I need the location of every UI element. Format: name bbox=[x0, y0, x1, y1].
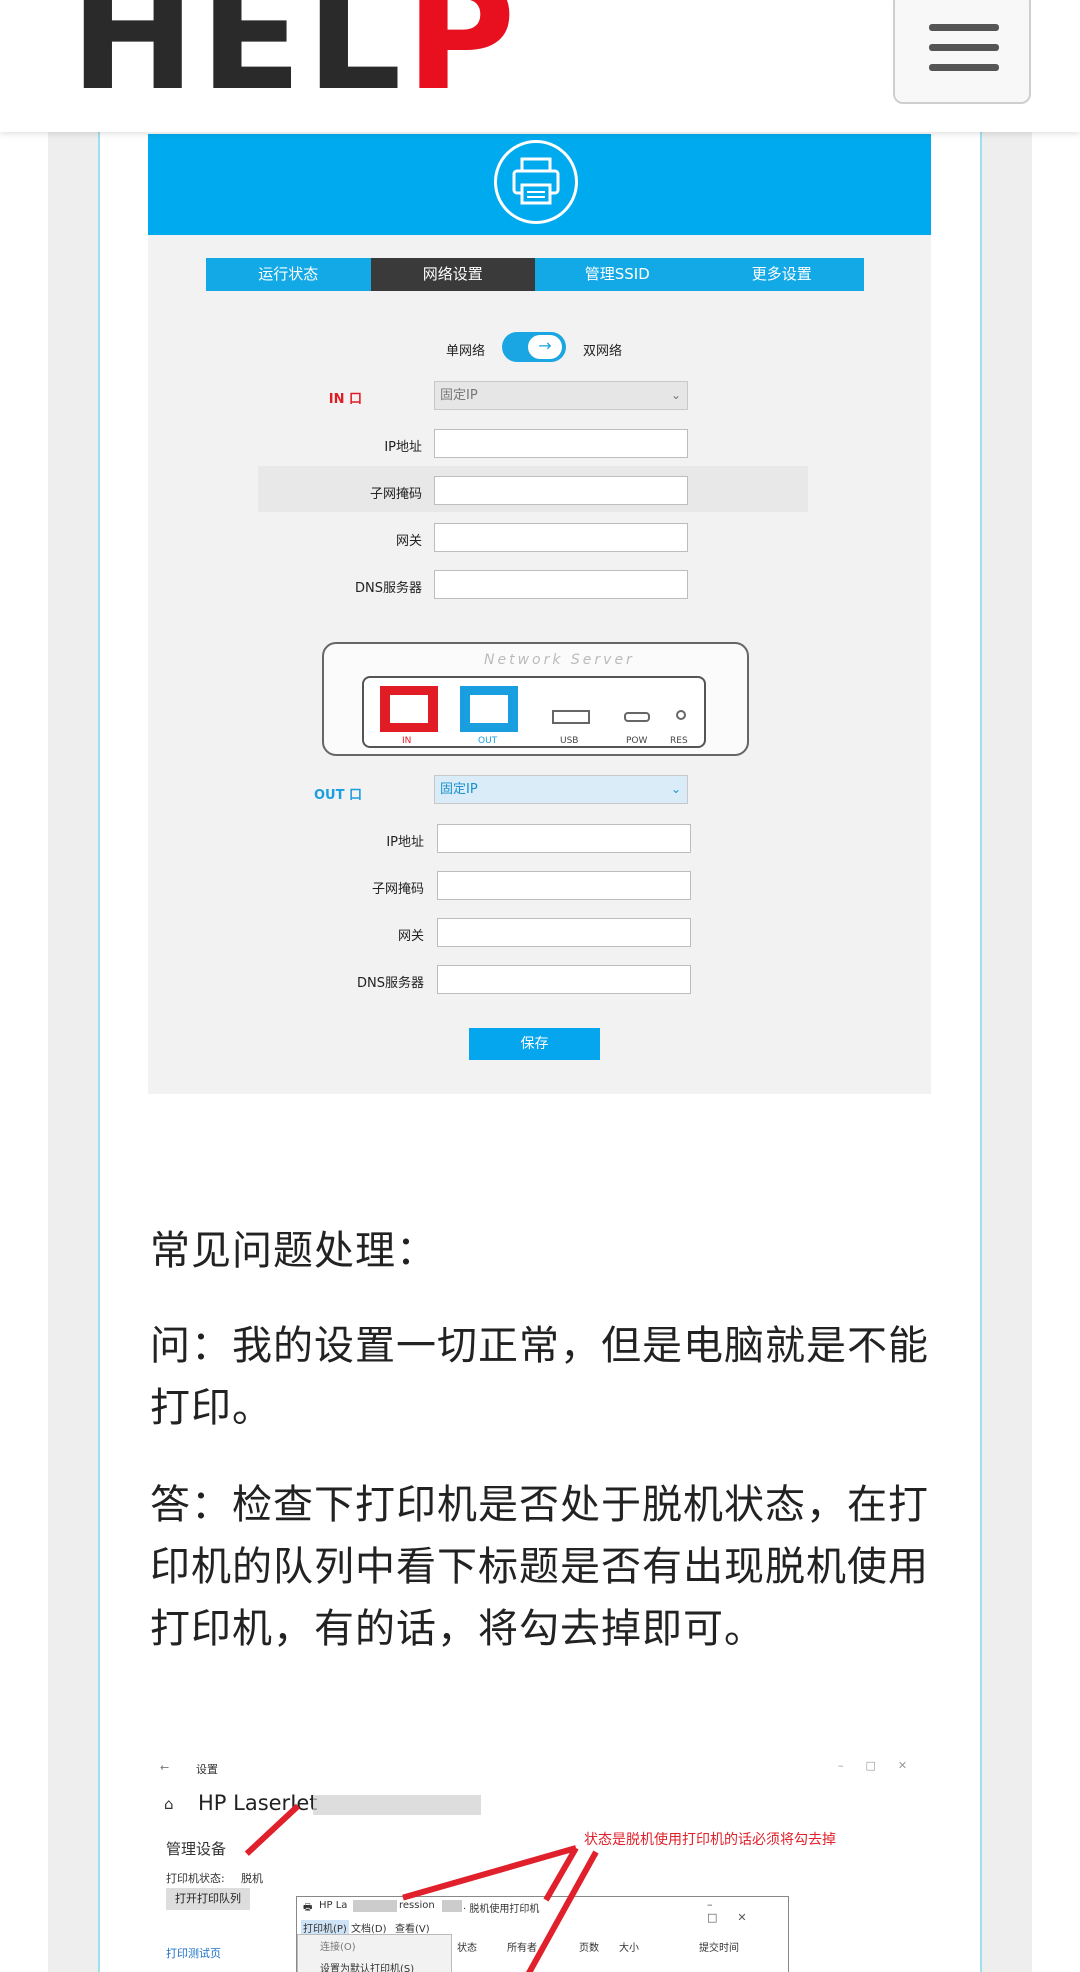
hamburger-menu-icon bbox=[929, 24, 999, 31]
out-ip-input[interactable] bbox=[437, 824, 691, 853]
power-port-caption: POW bbox=[626, 736, 648, 746]
device-name: HP LaserJet bbox=[198, 1791, 318, 1815]
logo-text-dark: HEL bbox=[70, 0, 406, 124]
device-title: Network Server bbox=[484, 652, 635, 668]
settings-window-title: 设置 bbox=[196, 1763, 218, 1776]
menu-view[interactable]: 查看(V) bbox=[395, 1920, 430, 1935]
reset-caption: RES bbox=[670, 736, 688, 746]
open-print-queue-button[interactable]: 打开打印队列 bbox=[166, 1888, 250, 1910]
column-size[interactable]: 大小 bbox=[619, 1939, 639, 1954]
usb-port-caption: USB bbox=[560, 736, 579, 746]
out-dns-label: DNS服务器 bbox=[357, 976, 424, 991]
page-margin-right bbox=[980, 132, 1032, 1972]
in-dns-label: DNS服务器 bbox=[355, 581, 422, 596]
in-ip-input[interactable] bbox=[434, 429, 688, 458]
in-gateway-input[interactable] bbox=[434, 523, 688, 552]
out-ip-label: IP地址 bbox=[386, 835, 424, 850]
in-port-icon bbox=[380, 686, 438, 732]
home-icon[interactable]: ⌂ bbox=[164, 1795, 174, 1813]
faq-answer: 答：检查下打印机是否处于脱机状态，在打印机的队列中看下标题是否有出现脱机使用打印… bbox=[150, 1482, 929, 1652]
print-test-page-link[interactable]: 打印测试页 bbox=[166, 1945, 221, 1961]
site-header: HELP bbox=[0, 0, 1080, 132]
arrow-right-icon: → bbox=[528, 335, 562, 359]
out-dns-input[interactable] bbox=[437, 965, 691, 994]
save-button[interactable]: 保存 bbox=[469, 1028, 600, 1060]
back-arrow-icon[interactable]: ← bbox=[160, 1761, 169, 1774]
in-ip-label: IP地址 bbox=[384, 440, 422, 455]
printer-icon bbox=[494, 140, 578, 224]
out-port-mode-select[interactable]: 固定IP ⌄ bbox=[434, 775, 688, 804]
manage-device-heading: 管理设备 bbox=[166, 1840, 227, 1858]
in-gateway-label: 网关 bbox=[395, 534, 422, 549]
tab-manage-ssid[interactable]: 管理SSID bbox=[535, 258, 700, 291]
network-settings-screenshot: 运行状态 网络设置 管理SSID 更多设置 单网络 → 双网络 IN 口 固定I… bbox=[148, 134, 931, 1094]
chevron-down-icon: ⌄ bbox=[670, 388, 681, 402]
out-port-icon bbox=[460, 686, 518, 732]
page-margin-left bbox=[48, 132, 100, 1972]
queue-title-suffix: · 脱机使用打印机 bbox=[463, 1904, 540, 1915]
window-controls-icon[interactable]: –□✕ bbox=[838, 1759, 929, 1772]
queue-title-prefix: HP La bbox=[319, 1900, 348, 1911]
printer-settings-screenshot: ← 设置 –□✕ ⌂ HP LaserJet 管理设备 打印机状态: 脱机 打开… bbox=[148, 1741, 931, 1972]
in-port-label: IN 口 bbox=[328, 392, 362, 407]
print-queue-window: 🖶 HP La ression · 脱机使用打印机 –□✕ 打印机(P) 文档(… bbox=[296, 1896, 789, 1972]
out-subnet-label: 子网掩码 bbox=[371, 882, 424, 897]
queue-title-mid: ression bbox=[399, 1900, 435, 1911]
hamburger-menu-button[interactable] bbox=[893, 0, 1031, 104]
printer-menu-dropdown: 连接(O) 设置为默认打印机(S) bbox=[297, 1934, 452, 1972]
in-dns-input[interactable] bbox=[434, 570, 688, 599]
redacted-model bbox=[313, 1795, 481, 1815]
menu-item-set-default[interactable]: 设置为默认打印机(S) bbox=[320, 1960, 414, 1972]
reset-button-icon bbox=[676, 710, 686, 720]
network-server-device-illustration: Network Server IN OUT USB POW RES bbox=[322, 642, 749, 756]
printer-icon: 🖶 bbox=[303, 1902, 313, 1913]
tab-status[interactable]: 运行状态 bbox=[206, 258, 371, 291]
out-port-label: OUT 口 bbox=[313, 788, 362, 803]
help-logo[interactable]: HELP bbox=[70, 0, 520, 112]
annotation-text: 状态是脱机使用打印机的话必须将勾去掉 bbox=[584, 1832, 836, 1848]
redacted-title bbox=[353, 1900, 397, 1912]
faq-question: 问：我的设置一切正常，但是电脑就是不能打印。 bbox=[150, 1323, 929, 1431]
chevron-down-icon: ⌄ bbox=[670, 782, 681, 796]
tab-more-settings[interactable]: 更多设置 bbox=[700, 258, 865, 291]
logo-text-red: P bbox=[405, 0, 520, 124]
hamburger-menu-icon bbox=[929, 44, 999, 51]
menu-item-connect[interactable]: 连接(O) bbox=[320, 1938, 356, 1953]
usb-port-icon bbox=[552, 710, 590, 724]
out-port-caption: OUT bbox=[478, 736, 498, 746]
faq-heading: 常见问题处理： bbox=[150, 1228, 437, 1274]
hamburger-menu-icon bbox=[929, 64, 999, 71]
dual-network-label: 双网络 bbox=[583, 344, 623, 359]
column-status[interactable]: 状态 bbox=[457, 1939, 477, 1954]
settings-tabs: 运行状态 网络设置 管理SSID 更多设置 bbox=[206, 258, 864, 291]
in-subnet-input[interactable] bbox=[434, 476, 688, 505]
single-network-label: 单网络 bbox=[446, 344, 486, 359]
out-gateway-label: 网关 bbox=[397, 929, 424, 944]
column-submitted[interactable]: 提交时间 bbox=[699, 1939, 739, 1954]
in-subnet-label: 子网掩码 bbox=[369, 487, 422, 502]
out-gateway-input[interactable] bbox=[437, 918, 691, 947]
tab-network-settings[interactable]: 网络设置 bbox=[370, 258, 535, 291]
in-port-mode-value: 固定IP bbox=[440, 388, 478, 403]
menu-printer[interactable]: 打印机(P) bbox=[301, 1920, 349, 1935]
out-port-mode-value: 固定IP bbox=[440, 782, 478, 797]
in-port-mode-select[interactable]: 固定IP ⌄ bbox=[434, 381, 688, 410]
printer-banner bbox=[148, 134, 931, 235]
out-subnet-input[interactable] bbox=[437, 871, 691, 900]
in-port-caption: IN bbox=[402, 736, 412, 746]
menu-document[interactable]: 文档(D) bbox=[351, 1920, 387, 1935]
window-controls-icon[interactable]: –□✕ bbox=[707, 1898, 788, 1924]
column-pages[interactable]: 页数 bbox=[579, 1939, 599, 1954]
printer-status-value: 脱机 bbox=[241, 1872, 263, 1885]
power-port-icon bbox=[624, 712, 650, 722]
column-owner[interactable]: 所有者 bbox=[507, 1939, 537, 1954]
printer-status-label: 打印机状态: bbox=[166, 1872, 225, 1885]
redacted-title bbox=[442, 1900, 462, 1912]
device-port-panel: IN OUT USB POW RES bbox=[362, 676, 706, 748]
network-mode-toggle[interactable]: → bbox=[502, 332, 566, 362]
